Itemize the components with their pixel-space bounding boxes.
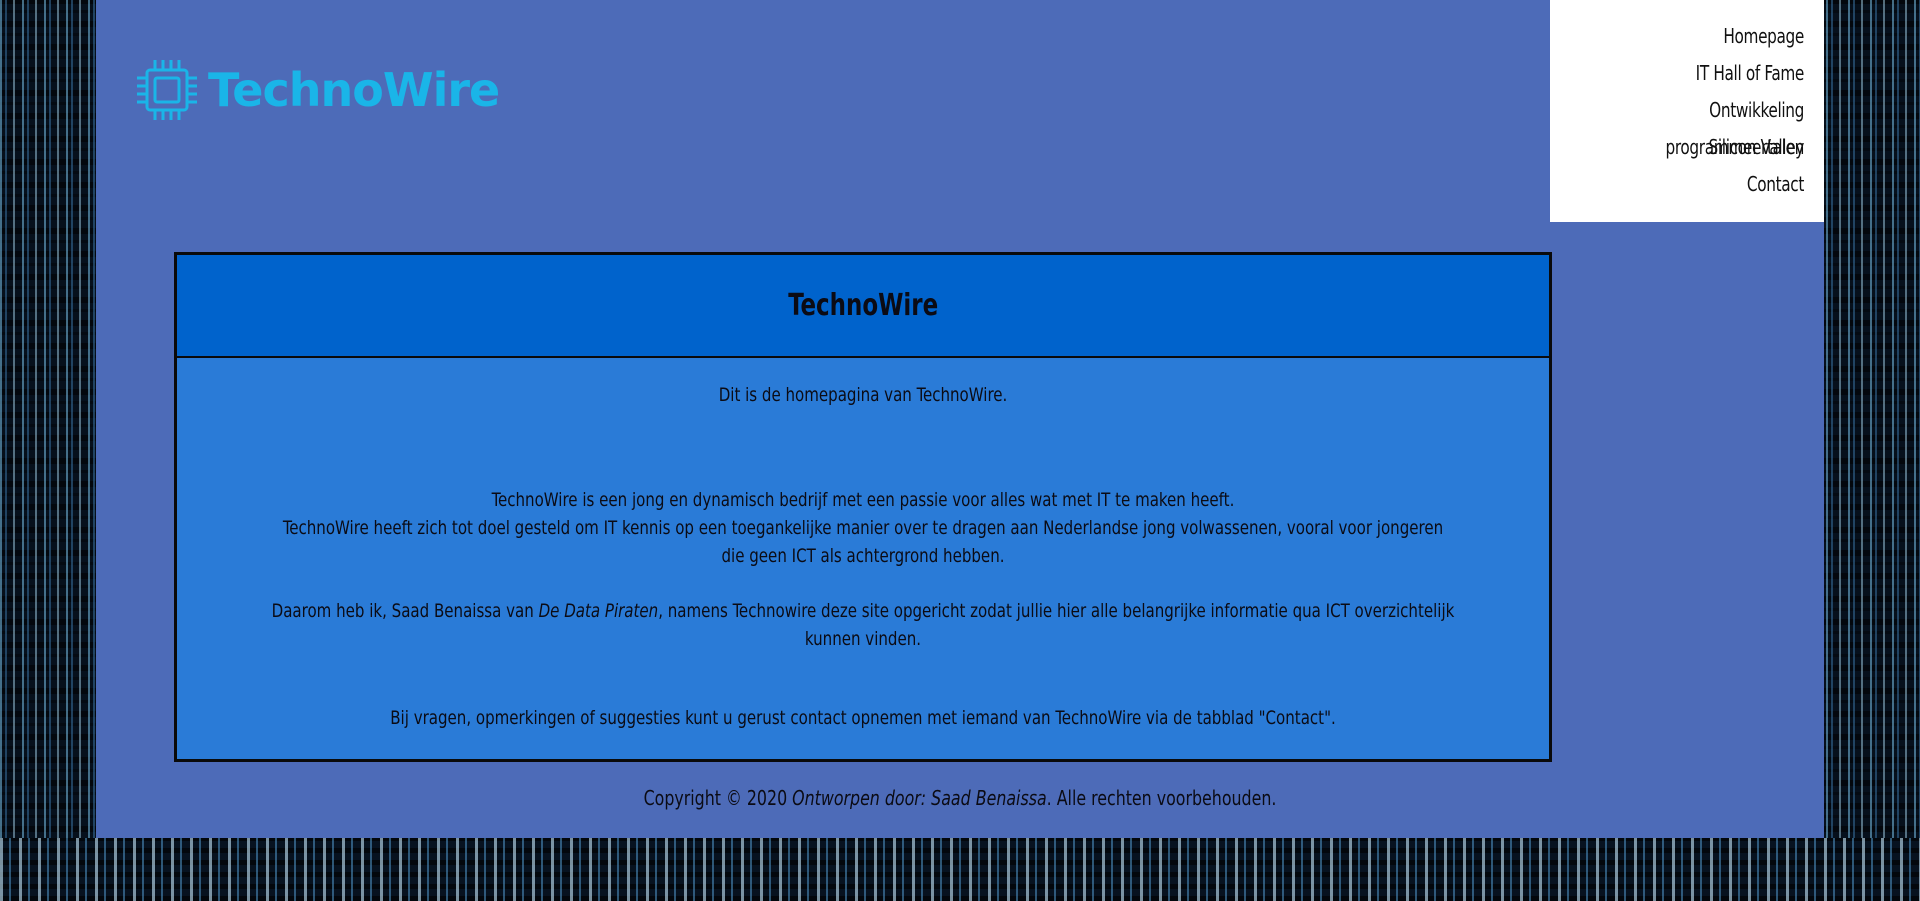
founder-text: Daarom heb ik, Saad Benaissa van De Data… xyxy=(259,597,1466,653)
founder-text-start: Daarom heb ik, Saad Benaissa van xyxy=(271,600,539,622)
card-title: TechnoWire xyxy=(788,288,938,323)
nav-item-contact[interactable]: Contact xyxy=(1588,166,1804,203)
nav-item-homepage[interactable]: Homepage xyxy=(1588,18,1804,55)
copyright-text: Copyright © 2020 Ontworpen door: Saad Be… xyxy=(200,786,1721,810)
about-block: TechnoWire is een jong en dynamisch bedr… xyxy=(191,486,1535,570)
nav-item-silicon-valley[interactable]: Silicon Valley xyxy=(1588,129,1805,166)
chip-icon xyxy=(136,50,198,130)
card-header: TechnoWire xyxy=(177,255,1549,358)
about-line-2: TechnoWire heeft zich tot doel gesteld o… xyxy=(282,517,1444,567)
content-card: TechnoWire Dit is de homepagina van Tech… xyxy=(174,252,1552,762)
nav-item-it-hall-of-fame[interactable]: IT Hall of Fame xyxy=(1588,55,1805,92)
matrix-background-bottom xyxy=(0,838,1920,901)
copyright-author: Ontworpen door: Saad Benaissa xyxy=(792,786,1047,810)
nav-item-ontwikkeling-programmeertalen[interactable]: Ontwikkeling programmeertalen xyxy=(1588,92,1804,159)
contact-note: Bij vragen, opmerkingen of suggesties ku… xyxy=(390,707,1336,729)
footer: Copyright © 2020 Ontworpen door: Saad Be… xyxy=(96,786,1824,810)
copyright-end: . Alle rechten voorbehouden. xyxy=(1046,786,1277,810)
intro-text: Dit is de homepagina van TechnoWire. xyxy=(718,384,1008,406)
founder-text-end: , namens Technowire deze site opgericht … xyxy=(658,600,1455,650)
main-nav: Homepage IT Hall of Fame Ontwikkeling pr… xyxy=(1550,0,1824,222)
about-line-1: TechnoWire is een jong en dynamisch bedr… xyxy=(491,489,1235,511)
logo-text: TechnoWire xyxy=(208,63,500,117)
copyright-start: Copyright © 2020 xyxy=(643,786,793,810)
logo[interactable]: TechnoWire xyxy=(136,50,500,130)
founder-company: De Data Piraten xyxy=(538,600,659,622)
